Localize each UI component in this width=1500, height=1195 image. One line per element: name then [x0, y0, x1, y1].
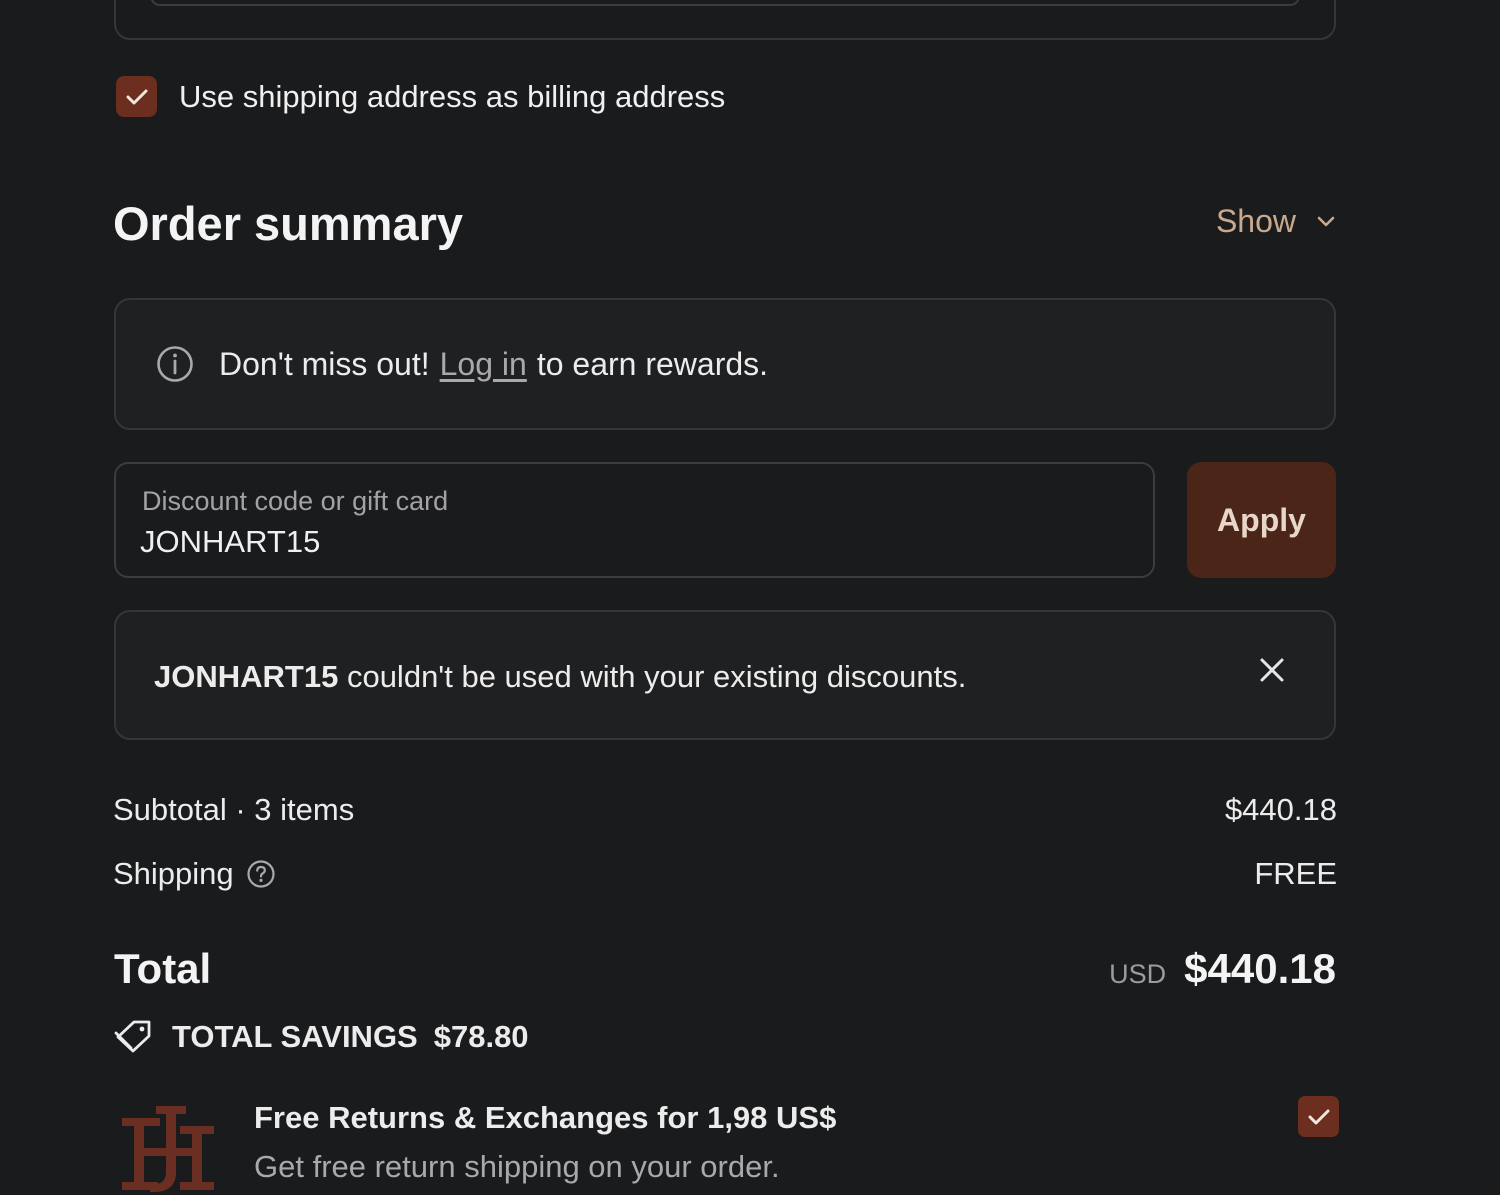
rewards-suffix: to earn rewards. — [536, 345, 769, 382]
apply-button[interactable]: Apply — [1187, 462, 1336, 578]
shipping-label-group: Shipping — [113, 856, 276, 892]
error-text: couldn't be used with your existing disc… — [346, 659, 967, 694]
info-icon — [156, 345, 194, 383]
total-savings-amount: $78.80 — [433, 1019, 529, 1054]
discount-error-message: JONHART15 couldn't be used with your exi… — [154, 659, 966, 695]
billing-address-checkbox[interactable] — [116, 76, 157, 117]
rewards-message: Don't miss out! Log in to earn rewards. — [156, 345, 768, 383]
show-order-summary-toggle[interactable]: Show — [1216, 203, 1336, 240]
shipping-label: Shipping — [113, 856, 234, 891]
total-savings-row: TOTAL SAVINGS $78.80 — [114, 1019, 529, 1055]
chevron-down-icon[interactable] — [1316, 215, 1336, 229]
shipping-value: FREE — [1254, 856, 1337, 891]
total-amount: $440.18 — [1184, 945, 1336, 992]
error-discount-code: JONHART15 — [154, 659, 339, 694]
total-label: Total — [114, 945, 212, 992]
total-amount-group: USD $440.18 — [1109, 945, 1336, 993]
discount-code-field[interactable]: Discount code or gift card — [114, 462, 1155, 578]
billing-address-label[interactable]: Use shipping address as billing address — [179, 79, 725, 115]
subtotal-value: $440.18 — [1224, 792, 1337, 827]
checkout-page: Use shipping address as billing address … — [0, 0, 1500, 1195]
rewards-prefix: Don't miss out! — [219, 345, 430, 382]
close-icon[interactable] — [1258, 656, 1286, 684]
login-link[interactable]: Log in — [440, 346, 527, 383]
check-icon — [1308, 1109, 1329, 1124]
total-savings-label: TOTAL SAVINGS — [172, 1019, 418, 1054]
discount-error-banner: JONHART15 couldn't be used with your exi… — [114, 610, 1336, 740]
discount-code-label: Discount code or gift card — [142, 486, 449, 516]
show-toggle-label[interactable]: Show — [1216, 203, 1296, 240]
order-summary-title: Order summary — [113, 197, 464, 250]
total-row: Total USD $440.18 — [114, 945, 1336, 993]
returns-offer-checkbox[interactable] — [1298, 1096, 1339, 1137]
returns-offer-title: Free Returns & Exchanges for 1,98 US$ — [254, 1100, 837, 1135]
subtotal-label: Subtotal · 3 items — [113, 792, 355, 827]
returns-offer-subtitle: Get free return shipping on your order. — [254, 1149, 780, 1184]
check-icon — [126, 89, 147, 104]
subtotal-row: Subtotal · 3 items $440.18 — [113, 792, 1337, 828]
brand-logo — [120, 1100, 216, 1195]
discount-code-input[interactable] — [140, 524, 1040, 560]
rewards-banner: Don't miss out! Log in to earn rewards. — [114, 298, 1336, 430]
help-icon[interactable] — [246, 859, 276, 889]
previous-section-field[interactable] — [150, 0, 1300, 6]
previous-section-card — [114, 0, 1336, 40]
tag-icon — [114, 1019, 154, 1055]
currency-code: USD — [1109, 959, 1167, 989]
shipping-row: Shipping FREE — [113, 856, 1337, 892]
billing-address-option[interactable]: Use shipping address as billing address — [116, 76, 725, 117]
